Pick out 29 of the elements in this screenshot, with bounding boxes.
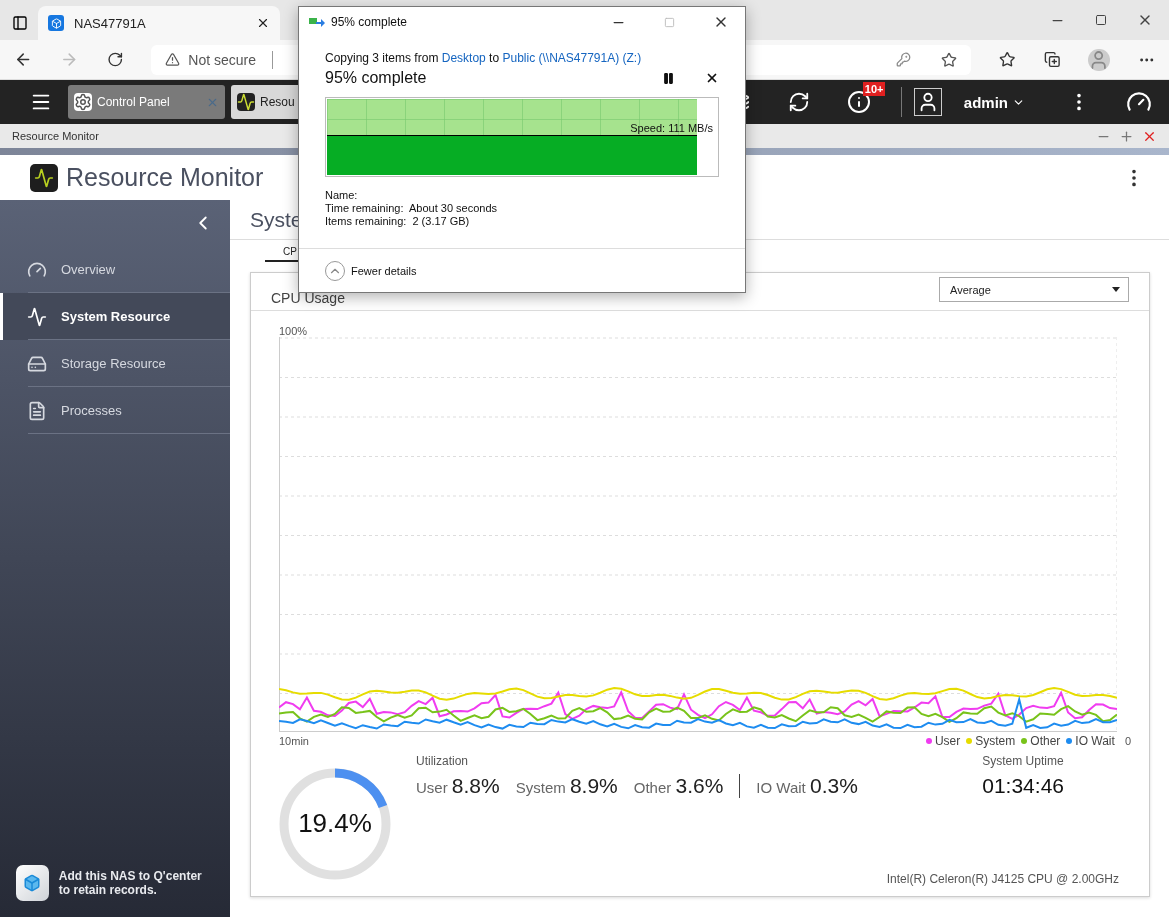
legend-item: System [966,734,1016,748]
uptime-label: System Uptime [982,754,1064,768]
card-title: CPU Usage [271,290,345,306]
detail-line: Name: [325,189,359,201]
axis-label: 100% [279,325,309,337]
utilization-value: Other 3.6% [633,774,724,798]
axis-label: 10min [279,735,309,747]
cpu-model: Intel(R) Celeron(R) J4125 CPU @ 2.00GHz [886,872,1119,886]
detail-line: Items remaining: 2 (3.17 GB) [325,215,471,227]
legend-item: User [925,734,961,748]
utilization-value: System 8.9% [515,774,618,798]
notification-badge: 10+ [862,82,886,96]
detail-line: Time remaining: About 30 seconds [325,202,499,214]
security-label: Not secure [188,51,257,68]
utilization-label: Utilization [416,754,470,768]
app-title: Resource Monitor [66,163,264,192]
tab-title: NAS47791A [74,15,147,31]
utilization-value: User 8.8% [416,774,500,798]
total-usage: 19.4% [297,808,373,839]
legend-item: IO Wait [1066,734,1115,748]
uptime-value: 01:34:46 [982,774,1064,798]
progress-heading: 95% complete [325,69,428,87]
window-title: Resource Monitor [12,130,99,142]
speed-label: Speed: 111 MB/s [630,122,713,134]
legend-item: Other [1021,734,1061,748]
utilization-value: IO Wait 0.3% [756,774,858,798]
dialog-title: 95% complete [331,15,408,29]
copy-summary: Copying 3 items from Desktop to Public (\\NAS47791A) (Z:) [325,51,643,65]
axis-label: 0 [1124,735,1131,747]
